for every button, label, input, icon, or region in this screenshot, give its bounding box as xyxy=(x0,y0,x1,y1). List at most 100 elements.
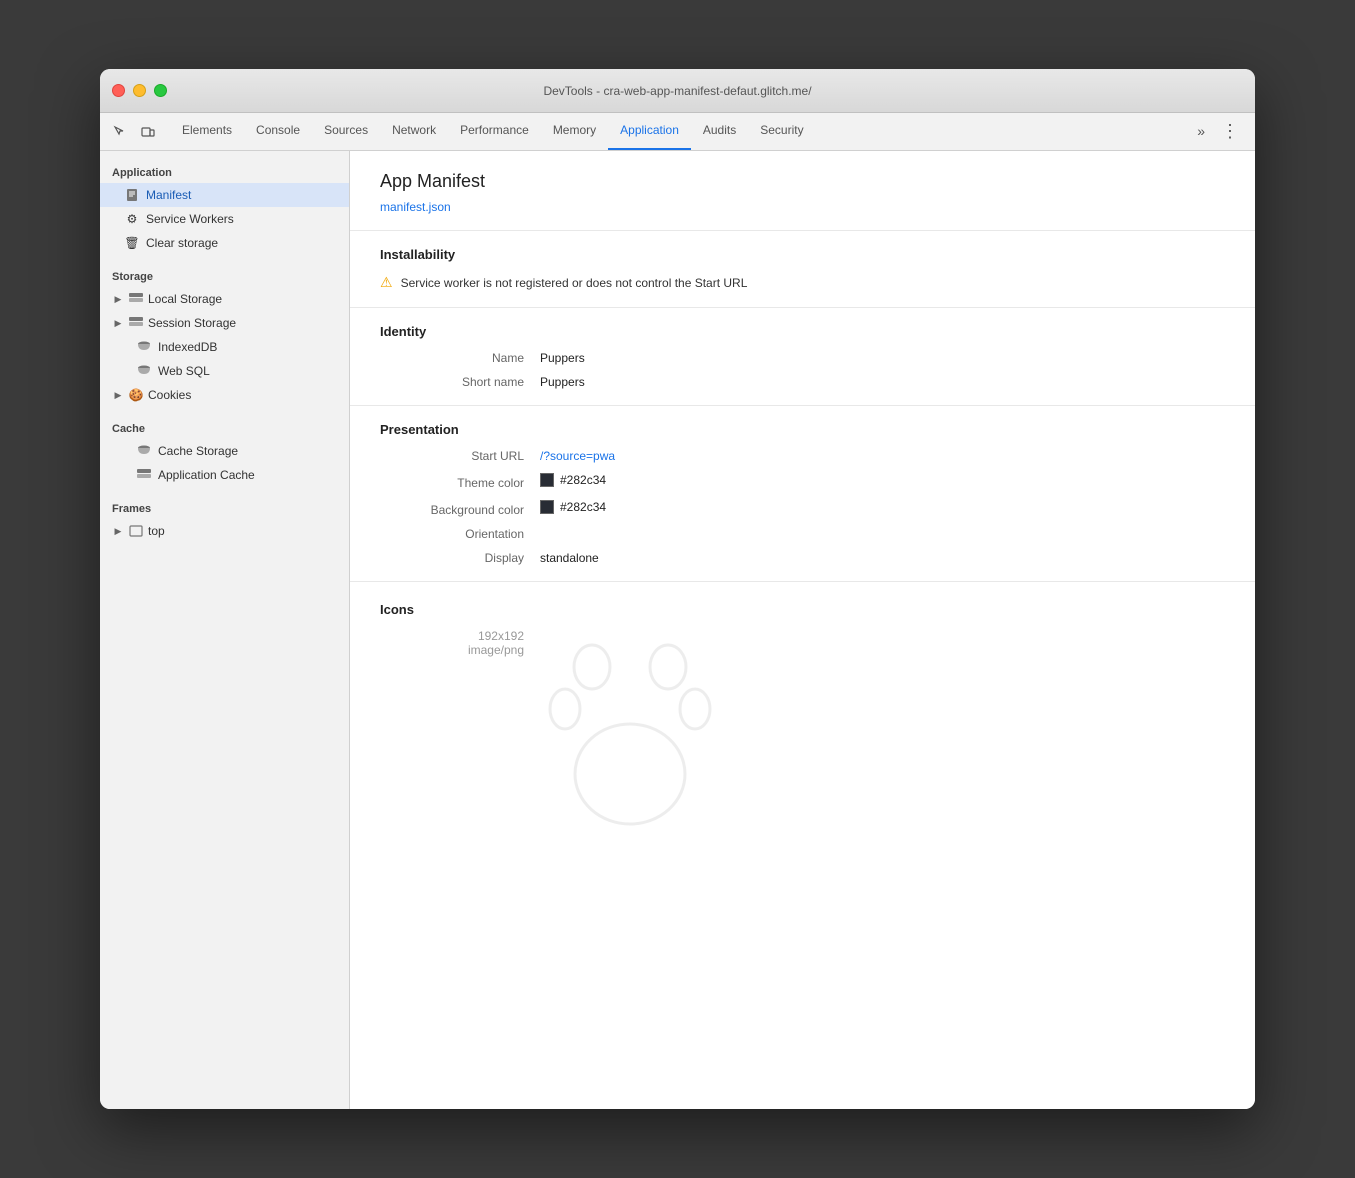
websql-icon xyxy=(136,363,152,379)
start-url-row: Start URL /?source=pwa xyxy=(380,449,1225,463)
paw-icon-container xyxy=(540,629,720,834)
sidebar-cookies-label: Cookies xyxy=(148,388,191,402)
presentation-section: Presentation Start URL /?source=pwa Them… xyxy=(380,422,1225,565)
display-label: Display xyxy=(380,551,540,565)
fullscreen-button[interactable] xyxy=(154,84,167,97)
name-label: Name xyxy=(380,351,540,365)
sidebar-item-manifest[interactable]: Manifest xyxy=(100,183,349,207)
application-cache-icon xyxy=(136,467,152,483)
more-tabs-button[interactable]: » xyxy=(1189,112,1213,150)
sidebar-section-frames: Frames xyxy=(100,495,349,519)
sidebar-item-cache-storage[interactable]: Cache Storage xyxy=(100,439,349,463)
icon-row: 192x192 image/png xyxy=(380,629,1225,834)
theme-color-label: Theme color xyxy=(380,476,540,490)
icons-heading: Icons xyxy=(380,602,1225,617)
identity-heading: Identity xyxy=(380,324,1225,339)
session-storage-arrow: ▶ xyxy=(112,317,124,329)
name-value: Puppers xyxy=(540,351,585,365)
tab-console[interactable]: Console xyxy=(244,112,312,150)
tab-network[interactable]: Network xyxy=(380,112,448,150)
icon-type: image/png xyxy=(468,643,524,657)
sidebar-local-storage-label: Local Storage xyxy=(148,292,222,306)
tab-security[interactable]: Security xyxy=(748,112,815,150)
tab-performance[interactable]: Performance xyxy=(448,112,541,150)
short-name-value: Puppers xyxy=(540,375,585,389)
orientation-label: Orientation xyxy=(380,527,540,541)
sidebar-section-cache: Cache xyxy=(100,415,349,439)
background-color-row: Background color #282c34 xyxy=(380,500,1225,517)
service-workers-icon: ⚙ xyxy=(124,211,140,227)
content-panel: App Manifest manifest.json Installabilit… xyxy=(350,151,1255,1109)
sidebar-item-clear-storage[interactable]: 🗑 Clear storage xyxy=(100,231,349,255)
sidebar-section-application: Application xyxy=(100,159,349,183)
tab-elements[interactable]: Elements xyxy=(170,112,244,150)
divider-presentation xyxy=(350,405,1255,406)
window-title: DevTools - cra-web-app-manifest-defaut.g… xyxy=(543,84,811,98)
main-layout: Application Manifest ⚙ Service Workers 🗑 xyxy=(100,151,1255,1109)
start-url-link[interactable]: /?source=pwa xyxy=(540,449,615,463)
sidebar-cache-storage-label: Cache Storage xyxy=(158,444,238,458)
cookies-icon: 🍪 xyxy=(128,387,144,403)
installability-section: Installability ⚠ Service worker is not r… xyxy=(380,247,1225,291)
divider-installability xyxy=(350,230,1255,231)
sidebar-service-workers-label: Service Workers xyxy=(146,212,234,226)
presentation-heading: Presentation xyxy=(380,422,1225,437)
sidebar-item-cookies[interactable]: ▶ 🍪 Cookies xyxy=(100,383,349,407)
clear-storage-icon: 🗑 xyxy=(124,235,140,251)
sidebar-item-websql[interactable]: Web SQL xyxy=(100,359,349,383)
sidebar-item-top-frame[interactable]: ▶ top xyxy=(100,519,349,543)
sidebar-item-local-storage[interactable]: ▶ Local Storage xyxy=(100,287,349,311)
close-button[interactable] xyxy=(112,84,125,97)
theme-color-value: #282c34 xyxy=(540,473,606,487)
toolbar-icons xyxy=(108,120,160,150)
manifest-icon xyxy=(124,187,140,203)
local-storage-arrow: ▶ xyxy=(112,293,124,305)
sidebar-top-label: top xyxy=(148,524,165,538)
cache-storage-icon xyxy=(136,443,152,459)
display-value: standalone xyxy=(540,551,599,565)
icon-size: 192x192 xyxy=(478,629,524,643)
installability-heading: Installability xyxy=(380,247,1225,262)
page-title: App Manifest xyxy=(380,171,1225,192)
warning-icon: ⚠ xyxy=(380,274,393,291)
tab-memory[interactable]: Memory xyxy=(541,112,608,150)
short-name-label: Short name xyxy=(380,375,540,389)
start-url-value: /?source=pwa xyxy=(540,449,615,463)
device-toggle-icon[interactable] xyxy=(136,120,160,144)
tab-bar: Elements Console Sources Network Perform… xyxy=(100,113,1255,151)
warning-text: Service worker is not registered or does… xyxy=(401,276,748,290)
sidebar-item-session-storage[interactable]: ▶ Session Storage xyxy=(100,311,349,335)
inspect-icon[interactable] xyxy=(108,120,132,144)
sidebar-item-application-cache[interactable]: Application Cache xyxy=(100,463,349,487)
tab-sources[interactable]: Sources xyxy=(312,112,380,150)
cookies-arrow: ▶ xyxy=(112,389,124,401)
tab-application[interactable]: Application xyxy=(608,112,691,150)
sidebar-session-storage-label: Session Storage xyxy=(148,316,236,330)
top-frame-arrow: ▶ xyxy=(112,525,124,537)
background-color-text: #282c34 xyxy=(560,500,606,514)
minimize-button[interactable] xyxy=(133,84,146,97)
top-frame-icon xyxy=(128,523,144,539)
sidebar-item-indexeddb[interactable]: IndexedDB xyxy=(100,335,349,359)
session-storage-icon xyxy=(128,315,144,331)
sidebar-indexeddb-label: IndexedDB xyxy=(158,340,217,354)
traffic-lights xyxy=(112,84,167,97)
name-row: Name Puppers xyxy=(380,351,1225,365)
title-bar: DevTools - cra-web-app-manifest-defaut.g… xyxy=(100,69,1255,113)
devtools-window: DevTools - cra-web-app-manifest-defaut.g… xyxy=(100,69,1255,1109)
sidebar-application-cache-label: Application Cache xyxy=(158,468,255,482)
icon-meta: 192x192 image/png xyxy=(380,629,540,657)
sidebar-item-service-workers[interactable]: ⚙ Service Workers xyxy=(100,207,349,231)
local-storage-icon xyxy=(128,291,144,307)
start-url-label: Start URL xyxy=(380,449,540,463)
tab-audits[interactable]: Audits xyxy=(691,112,748,150)
theme-color-swatch xyxy=(540,473,554,487)
tab-menu-button[interactable]: ⋮ xyxy=(1213,112,1247,150)
background-color-label: Background color xyxy=(380,503,540,517)
sidebar-section-storage: Storage xyxy=(100,263,349,287)
display-row: Display standalone xyxy=(380,551,1225,565)
warning-row: ⚠ Service worker is not registered or do… xyxy=(380,274,1225,291)
manifest-link[interactable]: manifest.json xyxy=(380,200,1225,214)
sidebar-manifest-label: Manifest xyxy=(146,188,191,202)
paw-icon xyxy=(540,629,720,829)
